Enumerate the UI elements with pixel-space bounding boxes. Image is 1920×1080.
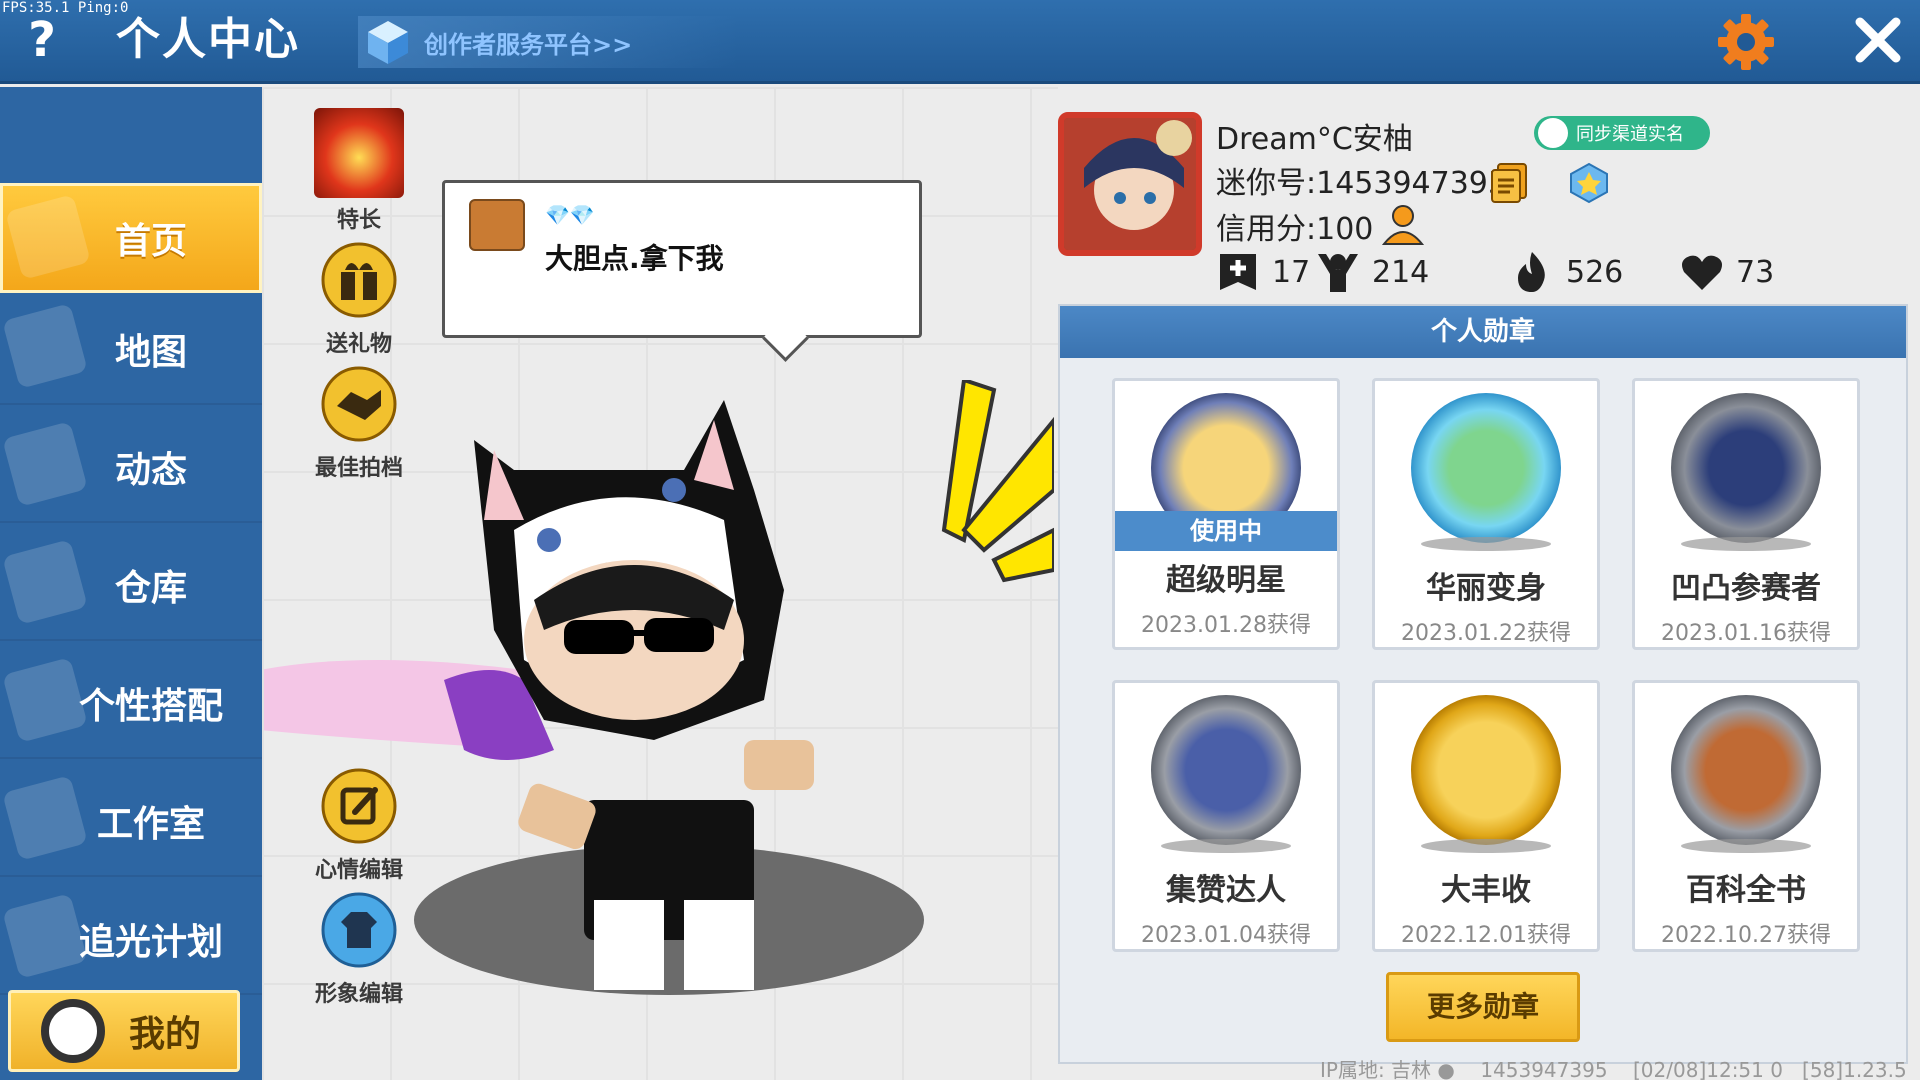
followers-stat[interactable]: 17 bbox=[1216, 248, 1310, 296]
sidebar-item-feed[interactable]: 动态 bbox=[0, 413, 262, 523]
badge-date: 2023.01.16获得 bbox=[1661, 621, 1831, 646]
more-badges-button[interactable]: 更多勋章 bbox=[1386, 972, 1580, 1042]
gift-icon bbox=[321, 242, 397, 318]
footer-info: IP属地: 吉林 ● 1453947395 [02/08]12:51 0 [58… bbox=[1320, 1054, 1907, 1080]
sidebar-item-label: 仓库 bbox=[114, 568, 187, 609]
badge-card-superstar[interactable]: 使用中 超级明星 2023.01.28获得 bbox=[1112, 378, 1340, 650]
sidebar-item-label: 首页 bbox=[114, 221, 187, 262]
likes-stat[interactable]: 73 bbox=[1680, 248, 1774, 296]
badge-panel: 个人勋章 使用中 超级明星 2023.01.28获得 华丽变身 2023.01.… bbox=[1058, 304, 1908, 1064]
sidebar-item-studio[interactable]: 工作室 bbox=[0, 767, 262, 877]
speech-text: 大胆点.拿下我 bbox=[545, 242, 724, 275]
sidebar-item-warehouse[interactable]: 仓库 bbox=[0, 531, 262, 641]
sidebar-item-map[interactable]: 地图 bbox=[0, 295, 262, 405]
badge-date: 2022.10.27获得 bbox=[1661, 923, 1831, 948]
sidebar-item-label: 工作室 bbox=[96, 804, 205, 845]
likes-count: 73 bbox=[1736, 254, 1775, 290]
badge-date: 2022.12.01获得 bbox=[1401, 923, 1571, 948]
medal-shadow bbox=[1681, 839, 1811, 853]
medal-shadow bbox=[1421, 537, 1551, 551]
profile-avatar[interactable] bbox=[1058, 112, 1202, 256]
my-profile-label: 我的 bbox=[129, 1014, 202, 1055]
in-use-label: 使用中 bbox=[1115, 511, 1337, 551]
cube-icon bbox=[368, 21, 408, 64]
credit-score: 信用分:100 bbox=[1216, 212, 1374, 247]
badge-card-contestant[interactable]: 凹凸参赛者 2023.01.16获得 bbox=[1632, 378, 1860, 650]
speech-avatar-icon bbox=[469, 199, 525, 251]
gear-icon[interactable] bbox=[1716, 12, 1776, 72]
badge-card-encyclopedia[interactable]: 百科全书 2022.10.27获得 bbox=[1632, 680, 1860, 952]
followers-count: 17 bbox=[1272, 254, 1311, 290]
heart-icon bbox=[1682, 255, 1722, 290]
fans-icon bbox=[1318, 254, 1358, 292]
realname-sync-badge[interactable]: 同步渠道实名 bbox=[1534, 116, 1710, 150]
realname-sync-label: 同步渠道实名 bbox=[1576, 124, 1684, 145]
footer-time: [02/08]12:51 0 bbox=[1633, 1058, 1783, 1080]
avatar-portrait-icon bbox=[1064, 118, 1196, 250]
footer-id: 1453947395 bbox=[1480, 1058, 1608, 1080]
top-bar: FPS:35.1 Ping:0 ? 个人中心 创作者服务平台>> bbox=[0, 0, 1920, 84]
my-profile-button[interactable]: 我的 bbox=[8, 990, 240, 1072]
badge-name: 凹凸参赛者 bbox=[1671, 571, 1821, 606]
sidebar-item-label: 追光计划 bbox=[78, 922, 223, 963]
sidebar-item-chase-light[interactable]: 追光计划 bbox=[0, 885, 262, 995]
popularity-count: 526 bbox=[1566, 254, 1624, 290]
badge-name: 华丽变身 bbox=[1426, 571, 1546, 606]
badge-name: 大丰收 bbox=[1441, 873, 1531, 908]
badge-card-likes-master[interactable]: 集赞达人 2023.01.04获得 bbox=[1112, 680, 1340, 952]
sidebar-item-home[interactable]: 首页 bbox=[0, 183, 262, 293]
player-character bbox=[264, 380, 1054, 995]
badge-date: 2023.01.22获得 bbox=[1401, 621, 1571, 646]
gift-label: 送礼物 bbox=[325, 332, 392, 357]
mini-id: 迷你号:1453947395 bbox=[1216, 166, 1507, 201]
transform-medal-icon bbox=[1411, 393, 1561, 543]
medal-shadow bbox=[1681, 537, 1811, 551]
page-title: 个人中心 bbox=[116, 14, 300, 65]
user-check-icon bbox=[1538, 118, 1568, 148]
info-icon: ● bbox=[1437, 1058, 1455, 1080]
friend-icon[interactable] bbox=[1380, 202, 1426, 248]
badge-date: 2023.01.04获得 bbox=[1141, 923, 1311, 948]
footer-version: [58]1.23.5 bbox=[1802, 1058, 1907, 1080]
gift-button[interactable]: 送礼物 bbox=[304, 242, 414, 358]
badge-date: 2023.01.28获得 bbox=[1141, 613, 1311, 638]
badge-panel-title: 个人勋章 bbox=[1060, 306, 1906, 358]
specialty-label: 特长 bbox=[336, 208, 381, 233]
badge-name: 百科全书 bbox=[1686, 873, 1806, 908]
vip-badge-icon[interactable] bbox=[1568, 162, 1610, 204]
sidebar: 首页 地图 动态 仓库 个性搭配 工作室 追光计划 bbox=[0, 87, 262, 1080]
follow-plus-icon bbox=[1220, 254, 1256, 290]
sidebar-item-label: 地图 bbox=[114, 332, 187, 373]
harvest-medal-icon bbox=[1411, 695, 1561, 845]
speech-bubble: 💎💎 大胆点.拿下我 bbox=[442, 180, 922, 338]
sidebar-item-label: 个性搭配 bbox=[78, 686, 223, 727]
popularity-stat[interactable]: 526 bbox=[1510, 248, 1623, 296]
ip-location: IP属地: 吉林 bbox=[1320, 1058, 1432, 1080]
likes-master-medal-icon bbox=[1151, 695, 1301, 845]
avatar bbox=[41, 999, 105, 1063]
fans-count: 214 bbox=[1372, 254, 1430, 290]
badge-name: 集赞达人 bbox=[1166, 873, 1286, 908]
creator-platform-label: 创作者服务平台>> bbox=[424, 30, 633, 59]
close-icon[interactable] bbox=[1848, 10, 1908, 70]
creator-platform-link[interactable]: 创作者服务平台>> bbox=[358, 16, 738, 68]
specialty-icon bbox=[314, 108, 404, 198]
badge-card-harvest[interactable]: 大丰收 2022.12.01获得 bbox=[1372, 680, 1600, 952]
fans-stat[interactable]: 214 bbox=[1316, 248, 1429, 296]
sidebar-item-label: 动态 bbox=[114, 450, 187, 491]
badge-card-transform[interactable]: 华丽变身 2023.01.22获得 bbox=[1372, 378, 1600, 650]
encyclopedia-medal-icon bbox=[1671, 695, 1821, 845]
badge-name: 超级明星 bbox=[1166, 563, 1286, 598]
medal-shadow bbox=[1421, 839, 1551, 853]
gem-icons: 💎💎 bbox=[545, 203, 595, 227]
specialty-button[interactable]: 特长 bbox=[304, 108, 414, 234]
nickname: Dream°C安柚 bbox=[1216, 122, 1413, 157]
copy-icon[interactable] bbox=[1490, 162, 1530, 204]
help-button[interactable]: ? bbox=[20, 12, 64, 68]
flame-icon bbox=[1518, 252, 1545, 292]
medal-shadow bbox=[1161, 839, 1291, 853]
sidebar-item-outfit[interactable]: 个性搭配 bbox=[0, 649, 262, 759]
contestant-medal-icon bbox=[1671, 393, 1821, 543]
